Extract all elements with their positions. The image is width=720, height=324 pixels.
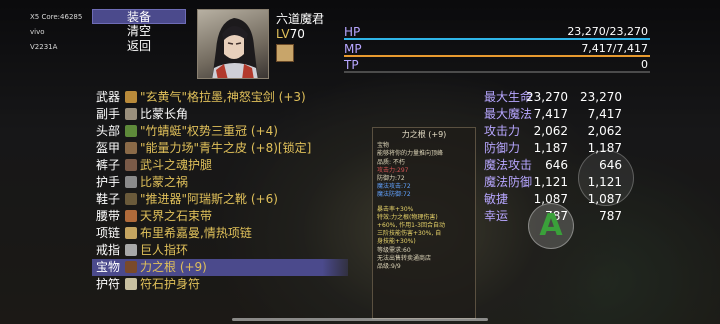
level-value: 70	[289, 27, 305, 41]
character-portrait	[197, 9, 269, 79]
crown-icon	[125, 125, 137, 137]
hp-bar	[344, 38, 650, 40]
tooltip-line: 魔法防御:72	[377, 191, 411, 199]
sword-icon	[125, 91, 137, 103]
item-name: "竹蜻蜓"权势三重冠 (+4)	[140, 124, 278, 138]
mp-value: 7,417/7,417	[581, 42, 648, 55]
slot-label: 护手	[96, 175, 121, 189]
sysinfo-brand: vivo	[30, 28, 45, 36]
attr-new: 787	[599, 209, 622, 223]
virtual-joystick[interactable]	[578, 150, 634, 206]
character-level: LV70	[276, 27, 305, 41]
portrait-art	[212, 18, 258, 78]
menu-clear-button[interactable]: 清空	[92, 24, 186, 39]
slot-label: 裤子	[96, 158, 121, 172]
action-a-button[interactable]: A	[528, 203, 574, 249]
slot-label: 项链	[96, 226, 121, 240]
level-label: LV	[276, 27, 290, 41]
amulet-icon	[125, 278, 137, 290]
attr-key: 幸运	[484, 209, 509, 223]
attr-current: 1,121	[533, 175, 568, 189]
attr-new: 2,062	[587, 124, 622, 138]
item-name: 比蒙长角	[140, 107, 189, 121]
item-name: 天界之石束带	[140, 209, 213, 223]
slot-label: 武器	[96, 90, 121, 104]
attr-current: 2,062	[533, 124, 568, 138]
attr-key: 攻击力	[484, 124, 521, 138]
attr-key: 敏捷	[484, 192, 509, 206]
item-tooltip: 力之根 (+9) 宝物 能够将你的力量推向顶峰 品质: 不朽 攻击力:297 防…	[372, 127, 476, 319]
sysinfo-model: V2231A	[30, 43, 58, 51]
tooltip-line: +60%, 作用1-3回合自动	[377, 222, 445, 230]
tooltip-line: 能够将你的力量推向顶峰	[377, 150, 444, 158]
slot-label: 头部	[96, 124, 121, 138]
item-name: 巨人指环	[140, 243, 189, 257]
necklace-icon	[125, 227, 137, 239]
item-name: 符石护身符	[140, 277, 201, 291]
tooltip-line: 品级:9/9	[377, 263, 401, 271]
attr-current: 23,270	[526, 90, 568, 104]
gauntlet-icon	[125, 176, 137, 188]
tp-label: TP	[344, 58, 359, 72]
tooltip-line: 身技能+30%)	[377, 238, 416, 246]
root-icon	[125, 261, 137, 273]
item-name: "玄黄气"格拉墨,神怒宝剑 (+3)	[140, 90, 306, 104]
tooltip-line: 等级需求:60	[377, 246, 411, 254]
command-menu: 装备 清空 返回	[92, 9, 186, 54]
tooltip-line: 攻击力:297	[377, 166, 409, 174]
class-emblem-icon	[276, 44, 294, 62]
mp-label: MP	[344, 42, 362, 56]
slot-label: 副手	[96, 107, 121, 121]
belt-icon	[125, 210, 137, 222]
menu-back-button[interactable]: 返回	[92, 39, 186, 54]
attr-current: 646	[545, 158, 568, 172]
equip-slot-treasure[interactable]: 宝物 力之根 (+9)	[92, 259, 348, 276]
tooltip-line: 无法出售转卖通商店	[377, 254, 432, 262]
item-name: 力之根 (+9)	[140, 260, 207, 274]
hp-value: 23,270/23,270	[567, 25, 648, 38]
slot-label: 腰带	[96, 209, 121, 223]
slot-label: 宝物	[96, 260, 121, 274]
attr-key: 防御力	[484, 141, 521, 155]
tooltip-line: 品质: 不朽	[377, 158, 405, 166]
menu-equip-button[interactable]: 装备	[92, 9, 186, 24]
item-name: 布里希嘉曼,情热项链	[140, 226, 252, 240]
tooltip-title: 力之根 (+9)	[401, 130, 447, 139]
tooltip-line: 特效:力之根(物理伤害)	[377, 213, 438, 221]
tooltip-line: 防御力:72	[377, 175, 405, 183]
boots-icon	[125, 193, 137, 205]
item-name: 武斗之魂护腿	[140, 158, 213, 172]
attr-current: 7,417	[533, 107, 568, 121]
slot-label: 盔甲	[96, 141, 121, 155]
slot-label: 护符	[96, 277, 121, 291]
attr-current: 1,187	[533, 141, 568, 155]
item-name: "能量力场"青牛之皮 (+8)[锁定]	[140, 141, 312, 155]
tooltip-line: 暴击率+30%	[377, 205, 414, 213]
ring-icon	[125, 244, 137, 256]
horn-icon	[125, 108, 137, 120]
attr-new: 23,270	[580, 90, 622, 104]
home-indicator[interactable]	[232, 318, 488, 321]
item-name: 比蒙之祸	[140, 175, 189, 189]
character-name: 六道魔君	[276, 12, 325, 26]
armor-icon	[125, 142, 137, 154]
greaves-icon	[125, 159, 137, 171]
sysinfo-core: X5 Core:46285	[30, 13, 83, 21]
tp-value: 0	[641, 58, 648, 71]
attr-new: 7,417	[587, 107, 622, 121]
tp-bar	[344, 71, 650, 73]
system-info: X5 Core:46285 vivo V2231A	[30, 10, 82, 55]
slot-label: 戒指	[96, 243, 121, 257]
item-name: "推进器"阿瑞斯之靴 (+6)	[140, 192, 278, 206]
slot-label: 鞋子	[96, 192, 121, 206]
mp-bar	[344, 55, 650, 57]
hp-label: HP	[344, 25, 361, 39]
